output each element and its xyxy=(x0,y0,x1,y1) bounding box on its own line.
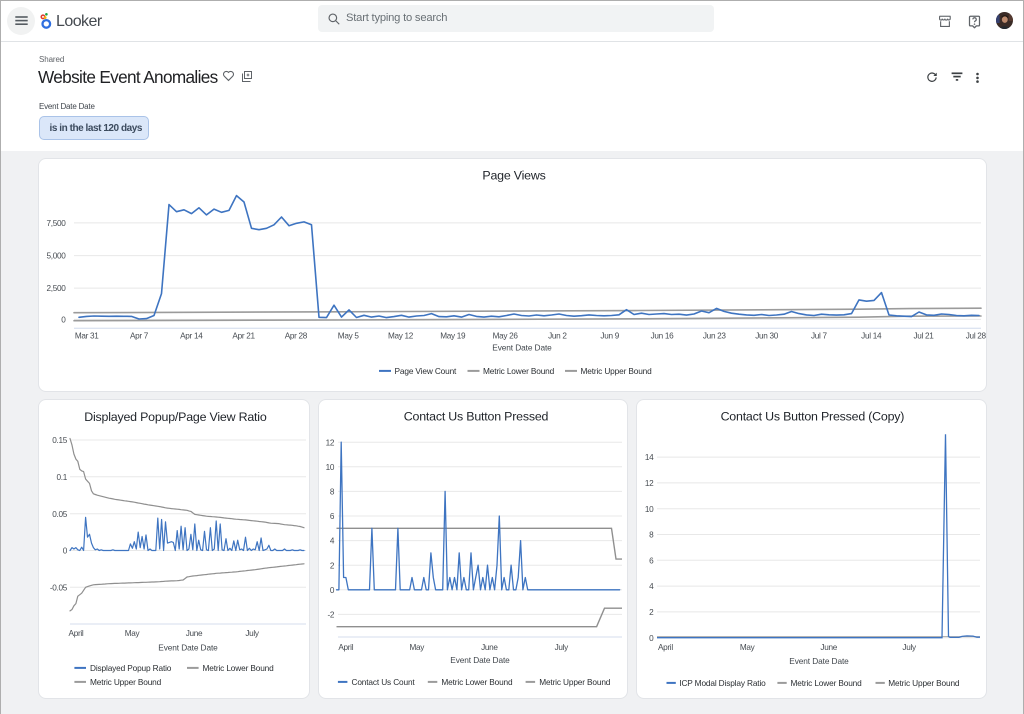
svg-text:Contact Us Count: Contact Us Count xyxy=(352,677,416,687)
svg-text:0.15: 0.15 xyxy=(52,436,67,445)
svg-text:2: 2 xyxy=(649,608,654,617)
svg-text:Event Date Date: Event Date Date xyxy=(492,342,552,352)
svg-text:May: May xyxy=(125,629,141,638)
svg-text:Apr 7: Apr 7 xyxy=(130,331,149,340)
svg-text:14: 14 xyxy=(645,453,654,462)
svg-text:8: 8 xyxy=(649,531,654,540)
svg-text:Event Date Date: Event Date Date xyxy=(158,643,218,653)
svg-text:2,500: 2,500 xyxy=(47,284,67,293)
svg-text:0: 0 xyxy=(330,586,335,595)
svg-text:ICP Modal Display Ratio: ICP Modal Display Ratio xyxy=(679,678,766,688)
svg-text:May 19: May 19 xyxy=(440,331,466,340)
svg-text:Apr 28: Apr 28 xyxy=(285,331,308,340)
svg-text:Displayed Popup Ratio: Displayed Popup Ratio xyxy=(90,663,172,673)
svg-text:0.05: 0.05 xyxy=(52,510,67,519)
svg-text:July: July xyxy=(902,643,917,652)
svg-text:May 12: May 12 xyxy=(388,331,414,340)
svg-text:Event Date Date: Event Date Date xyxy=(450,655,510,665)
svg-text:Metric Upper Bound: Metric Upper Bound xyxy=(581,366,653,376)
svg-text:Page Views: Page Views xyxy=(482,169,545,183)
svg-text:6: 6 xyxy=(649,556,654,565)
svg-text:6: 6 xyxy=(330,512,335,521)
svg-text:Apr 21: Apr 21 xyxy=(232,331,255,340)
svg-text:Metric Upper Bound: Metric Upper Bound xyxy=(90,677,162,687)
svg-text:Page View Count: Page View Count xyxy=(395,366,458,376)
svg-text:Jul 14: Jul 14 xyxy=(861,331,882,340)
svg-text:Event Date Date: Event Date Date xyxy=(789,656,849,666)
svg-text:June: June xyxy=(481,643,498,652)
svg-text:May: May xyxy=(410,643,426,652)
svg-text:0: 0 xyxy=(649,634,654,643)
svg-text:May: May xyxy=(740,643,756,652)
svg-text:5,000: 5,000 xyxy=(47,252,67,261)
svg-text:10: 10 xyxy=(326,463,335,472)
svg-text:7,500: 7,500 xyxy=(47,219,67,228)
svg-text:12: 12 xyxy=(326,438,335,447)
svg-text:April: April xyxy=(658,643,673,652)
svg-text:Jul 7: Jul 7 xyxy=(811,331,828,340)
svg-text:0.1: 0.1 xyxy=(57,473,68,482)
svg-text:Mar 31: Mar 31 xyxy=(75,331,99,340)
svg-text:Metric Upper Bound: Metric Upper Bound xyxy=(539,677,611,687)
svg-text:July: July xyxy=(555,643,570,652)
svg-text:Metric Upper Bound: Metric Upper Bound xyxy=(888,678,960,688)
svg-text:June: June xyxy=(820,643,837,652)
svg-text:0: 0 xyxy=(61,316,66,325)
svg-text:Jun 9: Jun 9 xyxy=(600,331,619,340)
svg-text:May 5: May 5 xyxy=(338,331,360,340)
svg-text:Jul 21: Jul 21 xyxy=(913,331,934,340)
svg-text:July: July xyxy=(245,629,260,638)
svg-text:0: 0 xyxy=(63,547,68,556)
svg-text:Jun 30: Jun 30 xyxy=(755,331,779,340)
svg-text:4: 4 xyxy=(330,537,335,546)
svg-text:2: 2 xyxy=(330,561,335,570)
svg-text:Apr 14: Apr 14 xyxy=(180,331,203,340)
svg-text:8: 8 xyxy=(330,488,335,497)
svg-text:10: 10 xyxy=(645,505,654,514)
svg-text:April: April xyxy=(69,629,84,638)
svg-text:June: June xyxy=(186,629,203,638)
svg-text:Metric Lower Bound: Metric Lower Bound xyxy=(791,678,863,688)
svg-text:12: 12 xyxy=(645,479,654,488)
svg-text:-2: -2 xyxy=(328,611,335,620)
svg-text:Jun 16: Jun 16 xyxy=(651,331,675,340)
svg-text:Jul 28: Jul 28 xyxy=(966,331,987,340)
svg-text:Jun 23: Jun 23 xyxy=(703,331,727,340)
svg-text:4: 4 xyxy=(649,582,654,591)
svg-text:Contact Us Button Pressed: Contact Us Button Pressed xyxy=(404,410,549,424)
svg-text:May 26: May 26 xyxy=(493,331,519,340)
svg-text:Metric Lower Bound: Metric Lower Bound xyxy=(203,663,275,673)
svg-text:-0.05: -0.05 xyxy=(50,583,68,592)
svg-text:Metric Lower Bound: Metric Lower Bound xyxy=(441,677,513,687)
svg-text:Metric Lower Bound: Metric Lower Bound xyxy=(483,366,555,376)
svg-text:April: April xyxy=(338,643,353,652)
svg-text:Contact Us Button Pressed (Cop: Contact Us Button Pressed (Copy) xyxy=(721,410,905,424)
svg-text:Displayed Popup/Page View Rati: Displayed Popup/Page View Ratio xyxy=(84,410,267,424)
svg-text:Jun 2: Jun 2 xyxy=(548,331,567,340)
